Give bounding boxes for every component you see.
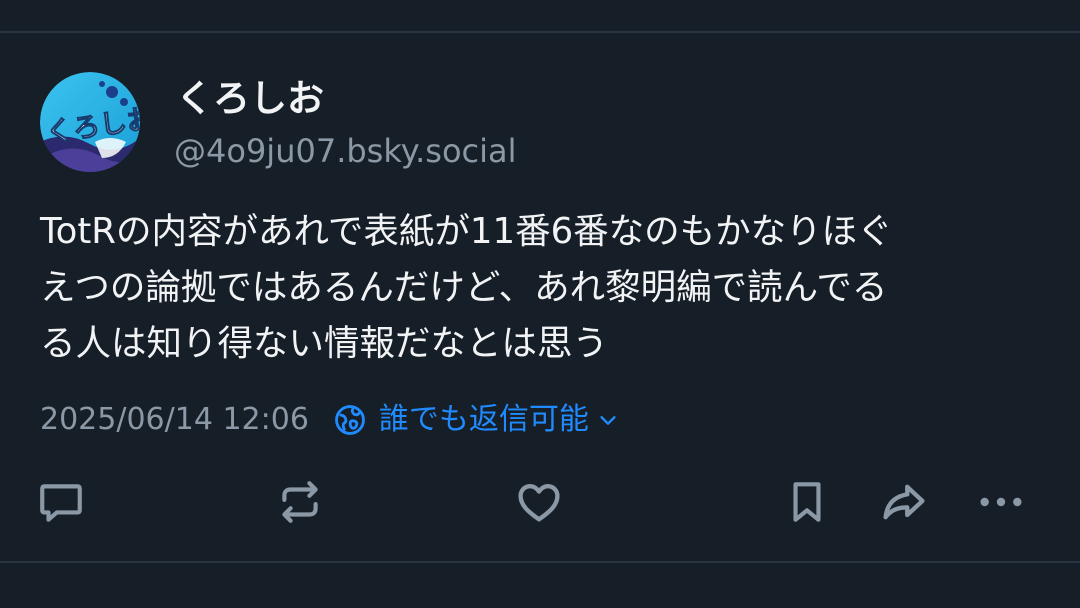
author-display-name[interactable]: くろしお: [176, 76, 324, 122]
avatar[interactable]: くろしお: [40, 72, 140, 172]
top-divider: [0, 31, 1080, 33]
reply-button[interactable]: [33, 474, 89, 530]
speech-bubble-icon: [40, 484, 82, 522]
author-handle[interactable]: @4o9ju07.bsky.social: [174, 130, 517, 172]
globe-icon: [335, 405, 365, 435]
repost-icon: [282, 481, 318, 523]
share-button[interactable]: [876, 474, 932, 530]
reply-setting-button[interactable]: 誰でも返信可能: [333, 398, 619, 442]
like-button[interactable]: [511, 474, 567, 530]
share-arrow-icon: [883, 484, 925, 520]
post-timestamp: 2025/06/14 12:06: [40, 402, 309, 437]
post-text: TotRの内容があれで表紙が11番6番なのもかなりほぐ えつの論拠ではあるんだけ…: [40, 211, 893, 364]
heart-icon: [518, 484, 560, 522]
bookmark-button[interactable]: [779, 474, 835, 530]
post-meta: 2025/06/14 12:06 誰でも返信可能: [40, 398, 619, 442]
chevron-down-icon: [600, 416, 616, 425]
more-dots-icon: [980, 497, 1022, 507]
reply-setting-label: 誰でも返信可能: [378, 402, 589, 437]
avatar-image: くろしお: [40, 72, 140, 172]
more-options-button[interactable]: [973, 474, 1029, 530]
bookmark-icon: [793, 482, 821, 522]
bottom-divider: [0, 561, 1080, 563]
post-thread-view: くろしお くろしお @4o9ju07.bsky.social TotRの内容があ…: [0, 0, 1080, 608]
repost-button[interactable]: [272, 474, 328, 530]
